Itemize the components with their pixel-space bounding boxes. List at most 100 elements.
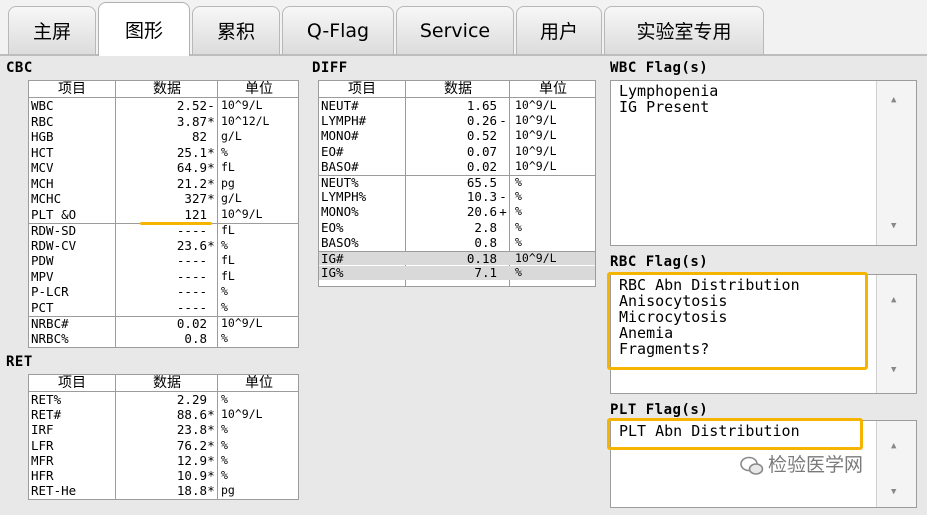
cell-unit: g/L bbox=[221, 191, 242, 205]
wbc-flags-text: Lymphopenia IG Present bbox=[619, 82, 719, 116]
cell-value: ---- bbox=[176, 253, 207, 268]
cell-unit: pg bbox=[221, 483, 235, 498]
cell-name: LYMPH# bbox=[321, 113, 367, 129]
table-row[interactable]: WBC 2.52-10^9/L bbox=[29, 98, 298, 113]
tab-q-flag[interactable]: Q-Flag bbox=[282, 6, 394, 54]
table-row[interactable]: MCHC 327 * g/L bbox=[29, 191, 298, 206]
wbc-flags-box[interactable]: Lymphopenia IG Present ▲ ▼ bbox=[610, 80, 917, 246]
cell-unit: % bbox=[221, 437, 228, 452]
table-row[interactable]: MFR 12.9 *% bbox=[29, 452, 298, 468]
cell-unit: % bbox=[221, 144, 228, 159]
cell-flag: * bbox=[207, 175, 215, 191]
table-row[interactable]: RBC 3.87 * 10^12/L bbox=[29, 113, 298, 129]
table-row[interactable]: IRF 23.8 *% bbox=[29, 423, 298, 437]
cell-value: 2.29 bbox=[176, 392, 207, 407]
cell-unit: 10^9/L bbox=[515, 251, 557, 265]
table-row[interactable]: MONO% 20.6 +% bbox=[319, 205, 595, 219]
table-row[interactable]: IG% 7.1% bbox=[319, 266, 595, 280]
cell-unit: 10^9/L bbox=[221, 316, 263, 330]
cell-flag: - bbox=[499, 113, 507, 129]
cell-flag: * bbox=[207, 422, 215, 438]
tab-service[interactable]: Service bbox=[396, 6, 514, 54]
table-row[interactable]: EO% 2.8% bbox=[319, 220, 595, 235]
wbc-flags-scrollbar[interactable]: ▲ ▼ bbox=[876, 81, 916, 245]
table-row[interactable]: MCH 21.2 * pg bbox=[29, 175, 298, 191]
plt-flags-scrollbar[interactable]: ▲ ▼ bbox=[876, 421, 916, 507]
scroll-down-icon[interactable]: ▼ bbox=[891, 221, 896, 231]
header-data: 数据 bbox=[153, 81, 181, 97]
cell-flag: * bbox=[207, 437, 215, 453]
rbc-flags-title: RBC Flag(s) bbox=[610, 254, 709, 270]
rbc-flags-scrollbar[interactable]: ▲ ▼ bbox=[876, 275, 916, 393]
tab-cumulative[interactable]: 累积 bbox=[192, 6, 280, 54]
diff-title: DIFF bbox=[312, 60, 348, 76]
table-row[interactable]: EO# 0.07 10^9/L bbox=[319, 144, 595, 159]
cell-value: 10.3 bbox=[466, 189, 497, 205]
table-row[interactable]: HGB 82 g/L bbox=[29, 129, 298, 144]
cell-name: NEUT# bbox=[321, 98, 359, 113]
cell-name: PDW bbox=[31, 253, 54, 268]
cell-name: HGB bbox=[31, 129, 54, 144]
cell-value: ---- bbox=[176, 223, 207, 238]
cell-value: 21.2 bbox=[176, 175, 207, 191]
cell-value: 0.52 bbox=[466, 128, 497, 144]
tab-lab-only[interactable]: 实验室专用 bbox=[604, 6, 764, 54]
tab-graphics[interactable]: 图形 bbox=[98, 2, 190, 56]
table-row[interactable]: RET% 2.29% bbox=[29, 392, 298, 407]
cell-value: 1.65 bbox=[466, 98, 497, 113]
header-data: 数据 bbox=[444, 81, 472, 97]
scroll-down-icon[interactable]: ▼ bbox=[891, 487, 896, 497]
table-row[interactable]: LYMPH% 10.3-% bbox=[319, 190, 595, 204]
cell-name: P-LCR bbox=[31, 284, 69, 299]
cell-name: LYMPH% bbox=[321, 189, 367, 205]
table-row[interactable]: PCT ----% bbox=[29, 300, 298, 315]
cell-flag: * bbox=[207, 191, 215, 206]
table-row[interactable]: LYMPH# 0.26-10^9/L bbox=[319, 114, 595, 128]
table-row[interactable]: NEUT# 1.65 10^9/L bbox=[319, 98, 595, 113]
cell-unit: 10^9/L bbox=[515, 98, 557, 112]
table-row[interactable]: RET-He 18.8 * pg bbox=[29, 484, 298, 498]
tab-user[interactable]: 用户 bbox=[516, 6, 602, 54]
table-row[interactable]: P-LCR ----% bbox=[29, 284, 298, 299]
cell-name: MCH bbox=[31, 175, 54, 191]
cell-unit: % bbox=[221, 392, 228, 406]
table-row[interactable]: PLT &O 121 10^9/L bbox=[29, 207, 298, 222]
cbc-title: CBC bbox=[6, 60, 33, 76]
cell-value: 76.2 bbox=[176, 437, 207, 453]
table-row[interactable]: RDW-CV 23.6 *% bbox=[29, 238, 298, 253]
table-row[interactable]: NRBC# 0.02 10^9/L bbox=[29, 316, 298, 330]
table-row[interactable]: BASO# 0.02 10^9/L bbox=[319, 158, 595, 174]
cell-name: NEUT% bbox=[321, 175, 359, 190]
table-row[interactable]: RDW-SD ---- fL bbox=[29, 223, 298, 237]
table-row[interactable]: HCT 25.1 *% bbox=[29, 144, 298, 160]
cell-name: RDW-SD bbox=[31, 223, 77, 238]
tab-main-screen[interactable]: 主屏 bbox=[8, 6, 96, 54]
table-row[interactable]: IG# 0.18 10^9/L bbox=[319, 251, 595, 265]
cell-name: RET% bbox=[31, 392, 62, 407]
table-row[interactable]: MPV ---- fL bbox=[29, 269, 298, 284]
table-row[interactable]: MONO# 0.52 10^9/L bbox=[319, 129, 595, 143]
table-row[interactable]: PDW ---- fL bbox=[29, 253, 298, 268]
rbc-flags-highlight bbox=[607, 272, 868, 370]
cell-name: MFR bbox=[31, 452, 54, 468]
scroll-up-icon[interactable]: ▲ bbox=[891, 95, 896, 105]
cell-value: 3.87 bbox=[176, 113, 207, 129]
cell-unit: % bbox=[221, 330, 228, 345]
scroll-up-icon[interactable]: ▲ bbox=[891, 441, 896, 451]
table-row[interactable]: LFR 76.2 *% bbox=[29, 437, 298, 453]
cell-unit: 10^9/L bbox=[515, 158, 557, 173]
cell-value: 0.02 bbox=[176, 316, 207, 331]
cell-value: 2.52 bbox=[176, 98, 207, 113]
table-row[interactable]: MCV 64.9 * fL bbox=[29, 160, 298, 175]
scroll-up-icon[interactable]: ▲ bbox=[891, 295, 896, 305]
table-row[interactable]: BASO% 0.8% bbox=[319, 235, 595, 250]
header-unit: 单位 bbox=[245, 81, 273, 97]
table-row[interactable]: NRBC% 0.8% bbox=[29, 330, 298, 346]
scroll-down-icon[interactable]: ▼ bbox=[891, 365, 896, 375]
cell-value: 0.18 bbox=[466, 251, 497, 266]
table-row[interactable]: NEUT% 65.5% bbox=[319, 175, 595, 189]
cell-value: 12.9 bbox=[176, 452, 207, 468]
cell-flag: * bbox=[207, 483, 215, 499]
table-row[interactable]: RET# 88.6 * 10^9/L bbox=[29, 408, 298, 422]
table-row[interactable]: HFR 10.9 *% bbox=[29, 468, 298, 483]
